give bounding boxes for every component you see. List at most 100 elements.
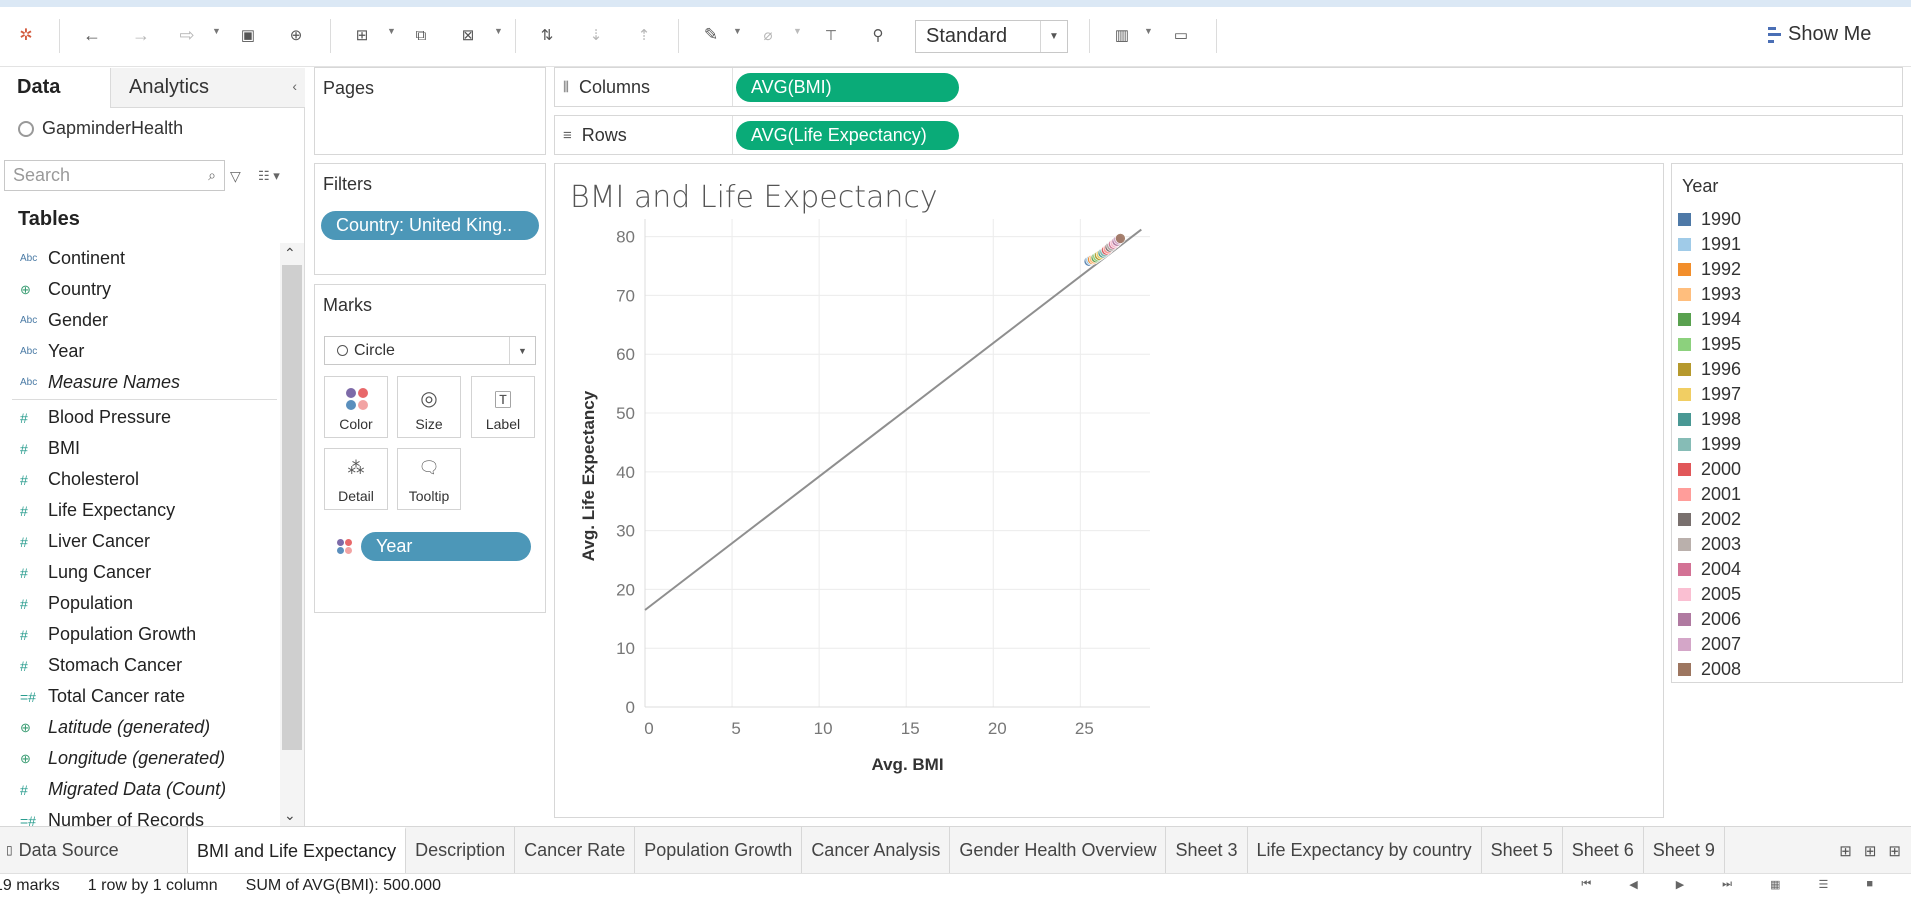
tab-sheet-3[interactable]: Sheet 3 [1166, 827, 1248, 873]
columns-shelf[interactable]: ⫼ Columns AVG(BMI) [554, 67, 1903, 107]
legend-item[interactable]: 1990 [1678, 207, 1741, 232]
legend-item[interactable]: 2007 [1678, 632, 1741, 657]
filter-icon[interactable]: ▽ [230, 168, 241, 185]
chevron-down-icon[interactable]: ▼ [1040, 21, 1067, 52]
field-list-scrollbar[interactable]: ⌃ ⌄ [280, 243, 304, 826]
show-me-button[interactable]: Show Me [1768, 23, 1871, 46]
field-number-of-records[interactable]: =# Number of Records [0, 805, 280, 826]
duplicate-icon[interactable]: ⧉ [409, 23, 433, 47]
legend-item[interactable]: 1992 [1678, 257, 1741, 282]
size-button[interactable]: ◎ Size [397, 376, 461, 438]
chevron-down-icon[interactable]: ▼ [509, 337, 535, 364]
tab-sheet-9[interactable]: Sheet 9 [1644, 827, 1725, 873]
save-icon[interactable]: ▣ [236, 23, 260, 47]
tab-analytics[interactable]: Analytics ‹ [110, 68, 305, 108]
search-icon[interactable]: ⌕ [208, 167, 216, 184]
filter-pill-country[interactable]: Country: United King.. [321, 211, 539, 240]
field-lung-cancer[interactable]: # Lung Cancer [0, 557, 280, 588]
tab-gender-health-overview[interactable]: Gender Health Overview [950, 827, 1167, 873]
tooltip-button[interactable]: 🗨 Tooltip [397, 448, 461, 510]
legend-item[interactable]: 1991 [1678, 232, 1741, 257]
field-blood-pressure[interactable]: # Blood Pressure [0, 402, 280, 433]
tab-sheet-5[interactable]: Sheet 5 [1482, 827, 1563, 873]
label-button[interactable]: 🅃 Label [471, 376, 535, 438]
viz-pane[interactable]: BMI and Life Expectancy 0 5 10 15 20 25 0 10 20 3… [554, 163, 1664, 818]
redo-icon[interactable]: → [129, 23, 153, 47]
field-migrated-data-count[interactable]: # Migrated Data (Count) [0, 774, 280, 805]
highlight-dropdown-icon[interactable]: ▼ [733, 26, 742, 36]
legend-item[interactable]: 1997 [1678, 382, 1741, 407]
field-bmi[interactable]: # BMI [0, 433, 280, 464]
legend-item[interactable]: 2001 [1678, 482, 1741, 507]
datasource-item[interactable]: GapminderHealth [18, 118, 183, 139]
data-point[interactable] [1115, 233, 1126, 244]
legend-item[interactable]: 2003 [1678, 532, 1741, 557]
search-input[interactable] [13, 165, 193, 186]
field-cholesterol[interactable]: # Cholesterol [0, 464, 280, 495]
pin-icon[interactable]: ⚲ [866, 23, 890, 47]
search-box[interactable]: ⌕ [4, 160, 225, 191]
legend-item[interactable]: 1996 [1678, 357, 1741, 382]
fit-dropdown-icon[interactable]: ▼ [1144, 26, 1153, 36]
new-datasource-icon[interactable]: ⊕ [284, 23, 308, 47]
replay-icon[interactable]: ⇨ [175, 23, 199, 47]
legend-item[interactable]: 2006 [1678, 607, 1741, 632]
last-sheet-icon[interactable]: ⏭ [1722, 878, 1732, 891]
replay-dropdown-icon[interactable]: ▼ [212, 26, 221, 36]
first-sheet-icon[interactable]: ⏮ [1581, 878, 1591, 891]
sort-desc-icon[interactable]: ⇡ [632, 23, 656, 47]
field-liver-cancer[interactable]: # Liver Cancer [0, 526, 280, 557]
columns-pill-bmi[interactable]: AVG(BMI) [736, 73, 959, 102]
field-measure-names[interactable]: Abc Measure Names [0, 367, 280, 398]
list-view-icon[interactable]: ☰ [1818, 878, 1828, 891]
collapse-pane-icon[interactable]: ‹ [292, 78, 297, 94]
tab-bmi-and-life-expectancy[interactable]: BMI and Life Expectancy [188, 827, 407, 873]
fit-select[interactable]: Standard ▼ [915, 20, 1068, 53]
legend-item[interactable]: 2004 [1678, 557, 1741, 582]
field-gender[interactable]: Abc Gender [0, 305, 280, 336]
legend-item[interactable]: 1994 [1678, 307, 1741, 332]
field-population[interactable]: # Population [0, 588, 280, 619]
view-options-icon[interactable]: ☷ ▾ [258, 168, 280, 184]
scatter-chart[interactable]: 0 5 10 15 20 25 0 10 20 30 40 50 60 70 80 Avg. BMI Avg. … [555, 164, 1665, 819]
tab-population-growth[interactable]: Population Growth [635, 827, 803, 873]
new-worksheet-icon[interactable]: ⊞ [1839, 842, 1852, 860]
tab-life-expectancy-by-country[interactable]: Life Expectancy by country [1248, 827, 1482, 873]
tab-sheet-6[interactable]: Sheet 6 [1563, 827, 1644, 873]
swap-icon[interactable]: ⇅ [535, 23, 559, 47]
pages-card[interactable]: Pages [314, 67, 546, 155]
marks-pill-year[interactable]: Year [361, 532, 531, 561]
group-dropdown-icon[interactable]: ▼ [793, 26, 802, 36]
filmstrip-view-icon[interactable]: ■ [1866, 878, 1873, 891]
field-continent[interactable]: Abc Continent [0, 243, 280, 274]
field-year[interactable]: Abc Year [0, 336, 280, 367]
present-icon[interactable]: ▭ [1169, 23, 1193, 47]
new-worksheet-dropdown-icon[interactable]: ▼ [387, 26, 396, 36]
scrollbar-thumb[interactable] [282, 265, 302, 750]
legend-item[interactable]: 1993 [1678, 282, 1741, 307]
scroll-down-icon[interactable]: ⌄ [284, 807, 296, 824]
legend-item[interactable]: 2008 [1678, 657, 1741, 682]
rows-shelf[interactable]: ≡ Rows AVG(Life Expectancy) [554, 115, 1903, 155]
scroll-up-icon[interactable]: ⌃ [284, 245, 296, 262]
legend-item[interactable]: 1999 [1678, 432, 1741, 457]
field-total-cancer-rate[interactable]: =# Total Cancer rate [0, 681, 280, 712]
field-latitude-generated[interactable]: ⊕ Latitude (generated) [0, 712, 280, 743]
year-legend[interactable]: Year 1990 1991 1992 1993 1994 1995 1996 1997 199… [1671, 163, 1903, 683]
tab-data-source[interactable]: ▯ Data Source [0, 827, 188, 873]
field-longitude-generated[interactable]: ⊕ Longitude (generated) [0, 743, 280, 774]
tab-description[interactable]: Description [406, 827, 516, 873]
clear-icon[interactable]: ⊠ [456, 23, 480, 47]
color-button[interactable]: Color [324, 376, 388, 438]
undo-icon[interactable]: ← [80, 23, 104, 47]
legend-item[interactable]: 1998 [1678, 407, 1741, 432]
tab-data[interactable]: Data [0, 68, 110, 108]
tab-cancer-analysis[interactable]: Cancer Analysis [802, 827, 951, 873]
grid-view-icon[interactable]: ▦ [1770, 878, 1780, 891]
label-icon[interactable]: ⊤ [819, 23, 843, 47]
field-country[interactable]: ⊕ Country [0, 274, 280, 305]
highlight-icon[interactable]: ✎ [699, 23, 723, 47]
detail-button[interactable]: ⁂ Detail [324, 448, 388, 510]
fit-icon[interactable]: ▥ [1110, 23, 1134, 47]
prev-sheet-icon[interactable]: ◀ [1629, 878, 1637, 891]
